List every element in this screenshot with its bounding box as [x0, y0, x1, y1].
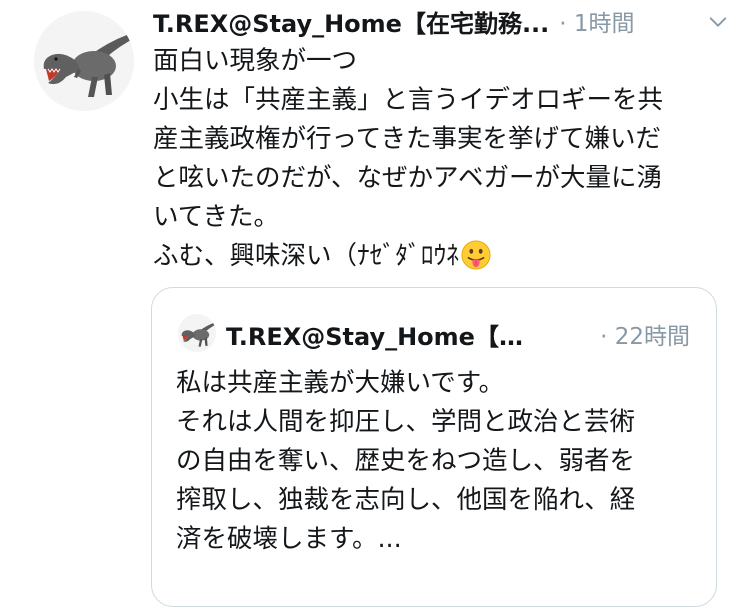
dinosaur-avatar-icon — [178, 314, 216, 352]
timestamp[interactable]: · 1時間 — [559, 4, 634, 38]
tweet-line: ふむ、興味深い（ﾅｾﾞﾀﾞﾛｳﾈ — [153, 241, 460, 271]
quoted-tweet[interactable]: T.REX@Stay_Home【… · 22時間 私は共産主義が大嫌いです。 そ… — [151, 287, 717, 607]
dinosaur-avatar-icon — [34, 11, 134, 111]
quoted-line: それは人間を抑圧し、学問と政治と芸術 — [176, 407, 636, 437]
tweet-line: 面白い現象が一つ — [153, 46, 358, 76]
tweet-line: いてきた。 — [153, 202, 279, 232]
quoted-timestamp: · 22時間 — [600, 324, 690, 350]
tweet-header: T.REX@Stay_Home【在宅勤務... · 1時間 — [153, 3, 733, 39]
tweet-line-last: ふむ、興味深い（ﾅｾﾞﾀﾞﾛｳﾈ — [153, 237, 728, 276]
tweet-line: 産主義政権が行ってきた事実を挙げて嫌いだ — [153, 124, 661, 154]
display-name[interactable]: T.REX@Stay_Home【在宅勤務... — [153, 4, 549, 39]
quoted-text: 私は共産主義が大嫌いです。 それは人間を抑圧し、学問と政治と芸術 の自由を奪い、… — [176, 364, 696, 559]
quoted-line: 私は共産主義が大嫌いです。 — [176, 368, 505, 398]
quoted-line: の自由を奪い、歴史をねつ造し、弱者を — [176, 446, 636, 476]
quoted-avatar[interactable] — [178, 314, 216, 352]
avatar[interactable] — [34, 11, 134, 111]
tweet-text: 面白い現象が一つ 小生は「共産主義」と言うイデオロギーを共 産主義政権が行ってき… — [153, 42, 728, 276]
quoted-header: T.REX@Stay_Home【… · 22時間 — [226, 314, 706, 354]
chevron-down-icon[interactable] — [707, 11, 729, 33]
quoted-display-name: T.REX@Stay_Home【… — [226, 322, 523, 351]
quoted-line: 搾取し、独裁を志向し、他国を陥れ、経 — [176, 485, 636, 515]
quoted-line: 済を破壊します。... — [176, 524, 402, 554]
tweet-line: と呟いたのだが、なぜかアベガーが大量に湧 — [153, 163, 662, 193]
face-with-tongue-icon — [461, 240, 491, 270]
tweet-line: 小生は「共産主義」と言うイデオロギーを共 — [153, 85, 664, 115]
